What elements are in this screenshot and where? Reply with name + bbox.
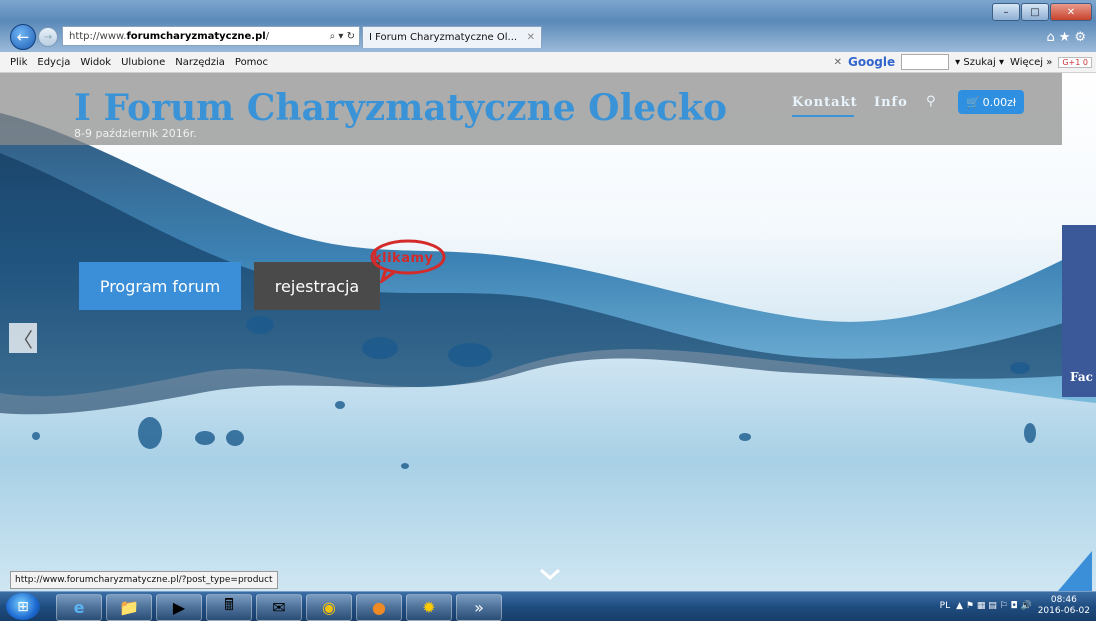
outlook-icon[interactable]: ✉	[256, 594, 302, 621]
cart-value: 0.00zł	[982, 95, 1017, 109]
status-bar-url: http://www.forumcharyzmatyczne.pl/?post_…	[10, 571, 278, 589]
search-icon[interactable]: ⚲	[926, 94, 936, 109]
minimize-button[interactable]: –	[992, 3, 1020, 21]
start-button[interactable]: ⊞	[6, 593, 40, 620]
file-explorer-icon[interactable]: 📁	[106, 594, 152, 621]
program-forum-button[interactable]: Program forum	[79, 262, 241, 310]
scroll-corner-decoration	[1058, 551, 1092, 591]
search-refresh-icon[interactable]: ⌕ ▾ ↻	[330, 31, 355, 42]
system-tray: PL ▲ ⚑ ▦ ▤ ⚐ ◘ 🔊 08:46 2016-06-02	[940, 595, 1090, 617]
active-nav-underline	[792, 115, 854, 117]
more-button[interactable]: Więcej »	[1010, 57, 1052, 68]
browser-titlebar: – □ ✕ ← → http://www. forumcharyzmatyczne…	[0, 0, 1096, 52]
event-date: 8-9 październik 2016r.	[74, 127, 197, 140]
internet-explorer-icon[interactable]: e	[56, 594, 102, 621]
url-domain: forumcharyzmatyczne.pl	[126, 30, 266, 42]
google-toolbar: ✕ Google ▾ Szukaj ▾ Więcej » G+1 0	[834, 54, 1092, 70]
address-bar[interactable]: http://www. forumcharyzmatyczne.pl / ⌕ ▾ ↻	[62, 26, 360, 46]
site-title[interactable]: I Forum Charyzmatyczne Olecko	[74, 87, 727, 129]
maximize-button[interactable]: □	[1021, 3, 1049, 21]
home-favorites-settings-icons[interactable]: ⌂★⚙	[1046, 30, 1090, 45]
clock[interactable]: 08:46 2016-06-02	[1038, 595, 1090, 617]
windows-taskbar: ⊞ e 📁 ▶ 🖩 ✉ ◉ ● ✹ » PL ▲ ⚑ ▦ ▤ ⚐ ◘ 🔊 08:…	[0, 591, 1096, 621]
web-page: I Forum Charyzmatyczne Olecko 8-9 paździ…	[0, 73, 1096, 591]
forward-button[interactable]: →	[38, 27, 58, 47]
tab-title: I Forum Charyzmatyczne Ol...	[369, 32, 518, 43]
google-logo: Google	[847, 55, 896, 69]
arrow-left-icon: ←	[16, 28, 30, 46]
windows-logo-icon: ⊞	[17, 598, 29, 615]
chevron-left-icon: 〈	[13, 327, 33, 352]
window-controls: – □ ✕	[992, 3, 1092, 21]
menu-item-widok[interactable]: Widok	[80, 57, 111, 68]
menu-item-narzedzia[interactable]: Narzędzia	[175, 57, 225, 68]
menu-item-pomoc[interactable]: Pomoc	[235, 57, 268, 68]
water-wave-background	[0, 113, 1096, 469]
language-indicator[interactable]: PL	[940, 601, 950, 611]
url-prefix: http://www.	[69, 30, 127, 42]
close-tab-icon[interactable]: ✕	[527, 32, 535, 43]
url-suffix: /	[265, 30, 270, 42]
gplus-button[interactable]: G+1 0	[1058, 56, 1092, 68]
nav-info[interactable]: Info	[874, 95, 908, 110]
menu-item-plik[interactable]: Plik	[10, 57, 27, 68]
chevron-down-icon[interactable]	[538, 567, 562, 581]
firefox-icon[interactable]: ●	[356, 594, 402, 621]
media-player-icon[interactable]: ▶	[156, 594, 202, 621]
klikamy-label: klikamy	[373, 251, 434, 266]
facebook-tab-label: Fac	[1070, 370, 1093, 384]
menu-item-edycja[interactable]: Edycja	[37, 57, 70, 68]
nav-kontakt[interactable]: Kontakt	[792, 95, 858, 110]
rejestracja-button[interactable]: rejestracja	[254, 262, 380, 310]
chrome-icon[interactable]: ◉	[306, 594, 352, 621]
cart-icon: 🛒	[965, 95, 980, 109]
tray-icons[interactable]: ▲ ⚑ ▦ ▤ ⚐ ◘ 🔊	[956, 601, 1032, 611]
menu-item-ulubione[interactable]: Ulubione	[121, 57, 165, 68]
search-button[interactable]: ▾ Szukaj ▾	[955, 57, 1004, 68]
google-search-input[interactable]	[901, 54, 950, 70]
calculator-icon[interactable]: 🖩	[206, 594, 252, 621]
clock-time: 08:46	[1050, 595, 1077, 605]
slider-prev-button[interactable]: 〈	[9, 323, 37, 353]
close-toolbar-icon[interactable]: ✕	[834, 57, 842, 68]
app-arrow-icon[interactable]: »	[456, 594, 502, 621]
arrow-right-icon: →	[43, 31, 53, 43]
sun-app-icon[interactable]: ✹	[406, 594, 452, 621]
close-window-button[interactable]: ✕	[1050, 3, 1092, 21]
cart-button[interactable]: 🛒 0.00zł	[958, 90, 1024, 114]
back-button[interactable]: ←	[10, 24, 36, 50]
tab-forum[interactable]: I Forum Charyzmatyczne Ol... ✕	[362, 26, 542, 48]
clock-date: 2016-06-02	[1037, 606, 1090, 616]
